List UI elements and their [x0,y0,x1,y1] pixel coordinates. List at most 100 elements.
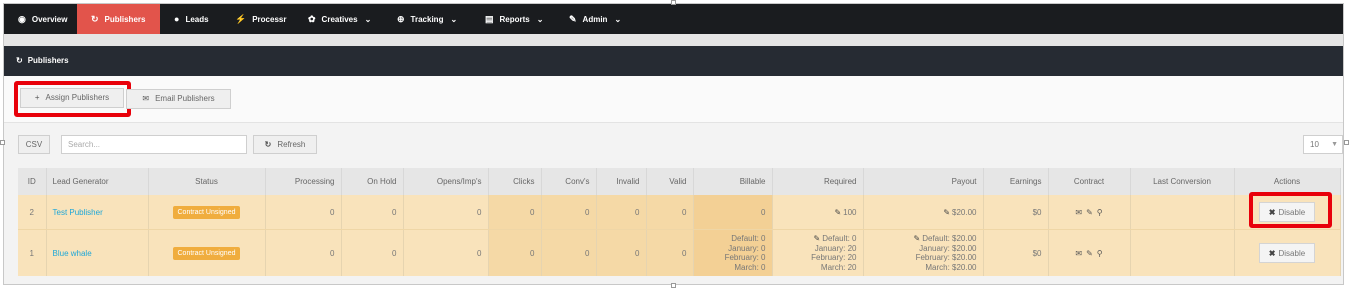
wrench-icon: ✎ [569,14,577,24]
nav-reports[interactable]: ▤ Reports ⌄ [471,4,555,34]
cell-opens: 0 [403,195,489,230]
user-icon: ● [174,14,180,24]
cell-invalid: 0 [596,229,647,276]
col-payout[interactable]: Payout [863,168,984,195]
chevron-down-icon: ⌄ [536,15,544,24]
nav-admin[interactable]: ✎ Admin ⌄ [555,4,639,34]
cell-on-hold: 0 [341,229,404,276]
cell-last-conversion [1130,229,1235,276]
cell-earnings: $0 [983,195,1049,230]
cell-convs: 0 [541,229,597,276]
refresh-button[interactable]: ↻ Refresh [253,135,317,154]
document-icon: ▤ [485,14,494,24]
csv-button[interactable]: CSV [18,135,50,154]
col-actions[interactable]: Actions [1234,168,1341,195]
envelope-icon[interactable]: ✉ [1075,208,1082,217]
refresh-icon: ↻ [264,140,272,149]
col-processing[interactable]: Processing [265,168,342,195]
app-window: ◉ Overview ↻ Publishers ● Leads ⚡ Processr ✿… [3,3,1344,285]
col-lead-generator[interactable]: Lead Generator [46,168,149,195]
col-contract[interactable]: Contract [1048,168,1131,195]
bolt-icon: ⚡ [235,14,247,24]
selection-handle[interactable] [1344,140,1349,145]
cell-contract: ✉ ✎ ⚲ [1048,195,1131,230]
cell-contract: ✉ ✎ ⚲ [1048,229,1131,276]
cell-id: 2 [18,195,47,230]
cell-processing: 0 [265,195,342,230]
cell-valid: 0 [646,195,694,230]
table-header-row: ID Lead Generator Status Processing On H… [18,168,1341,195]
publisher-link[interactable]: Test Publisher [53,208,103,217]
top-nav: ◉ Overview ↻ Publishers ● Leads ⚡ Processr ✿… [4,4,1343,34]
status-badge: Contract Unsigned [172,205,241,219]
cell-valid: 0 [646,229,694,276]
subnav-band [4,34,1343,46]
highlight-box [14,81,131,117]
chevron-down-icon: ⌄ [614,15,622,24]
nav-tracking[interactable]: ⊕ Tracking ⌄ [383,4,471,34]
cell-status: Contract Unsigned [148,229,266,276]
col-convs[interactable]: Conv's [541,168,597,195]
nav-publishers[interactable]: ↻ Publishers [77,4,160,34]
col-valid[interactable]: Valid [646,168,694,195]
selection-handle[interactable] [0,140,5,145]
selection-handle[interactable] [671,283,676,288]
page-size-select[interactable]: 10 ▼ [1303,135,1343,154]
pencil-icon[interactable]: ✎ [1086,249,1093,258]
col-last-conversion[interactable]: Last Conversion [1130,168,1235,195]
email-publishers-button[interactable]: ✉ Email Publishers [126,89,231,109]
cell-on-hold: 0 [341,195,404,230]
cell-payout: ✎ $20.00 [863,195,984,230]
publishers-icon: ↻ [16,56,23,65]
nav-creatives[interactable]: ✿ Creatives ⌄ [294,4,383,34]
publisher-link[interactable]: Blue whale [53,249,92,258]
col-clicks[interactable]: Clicks [488,168,542,195]
pencil-icon[interactable]: ✎ [814,234,821,243]
publishers-table: ID Lead Generator Status Processing On H… [18,168,1341,276]
cell-payout: ✎ Default: $20.00 January: $20.00 Februar… [863,229,984,276]
cell-required: ✎ Default: 0 January: 20 February: 20 Mar… [772,229,864,276]
disable-button[interactable]: ✖ Disable [1259,243,1315,263]
pencil-icon[interactable]: ✎ [943,208,950,217]
col-id[interactable]: ID [18,168,47,195]
cell-convs: 0 [541,195,597,230]
col-invalid[interactable]: Invalid [596,168,647,195]
nav-overview[interactable]: ◉ Overview [4,4,77,34]
crosshair-icon: ⊕ [397,14,405,24]
pencil-icon[interactable]: ✎ [914,234,921,243]
col-earnings[interactable]: Earnings [983,168,1049,195]
nav-processr[interactable]: ⚡ Processr [221,4,294,34]
cell-lead-generator: Blue whale [46,229,149,276]
cell-id: 1 [18,229,47,276]
cell-opens: 0 [403,229,489,276]
col-on-hold[interactable]: On Hold [341,168,404,195]
cell-billable: 0 [693,195,773,230]
search-icon[interactable]: ⚲ [1097,249,1103,258]
nav-leads[interactable]: ● Leads [160,4,221,34]
cell-last-conversion [1130,195,1235,230]
chevron-down-icon: ▼ [1331,141,1338,148]
pencil-icon[interactable]: ✎ [834,208,841,217]
cell-clicks: 0 [488,195,542,230]
cell-clicks: 0 [488,229,542,276]
table-row: 2 Test Publisher Contract Unsigned 0 0 0… [18,195,1341,230]
cell-lead-generator: Test Publisher [46,195,149,230]
eye-icon: ◉ [18,14,26,24]
col-opens[interactable]: Opens/Imp's [403,168,489,195]
search-input[interactable] [61,135,247,154]
col-required[interactable]: Required [772,168,864,195]
publishers-icon: ↻ [91,14,99,24]
chevron-down-icon: ⌄ [364,15,372,24]
close-icon: ✖ [1268,249,1276,258]
selection-handle[interactable] [671,0,676,5]
cell-billable: Default: 0 January: 0 February: 0 March:… [693,229,773,276]
status-badge: Contract Unsigned [172,246,241,260]
palette-icon: ✿ [308,14,316,24]
envelope-icon[interactable]: ✉ [1075,249,1082,258]
cell-earnings: $0 [983,229,1049,276]
search-icon[interactable]: ⚲ [1097,208,1103,217]
page-title: ↻ Publishers [16,56,69,65]
pencil-icon[interactable]: ✎ [1086,208,1093,217]
col-status[interactable]: Status [148,168,266,195]
col-billable[interactable]: Billable [693,168,773,195]
